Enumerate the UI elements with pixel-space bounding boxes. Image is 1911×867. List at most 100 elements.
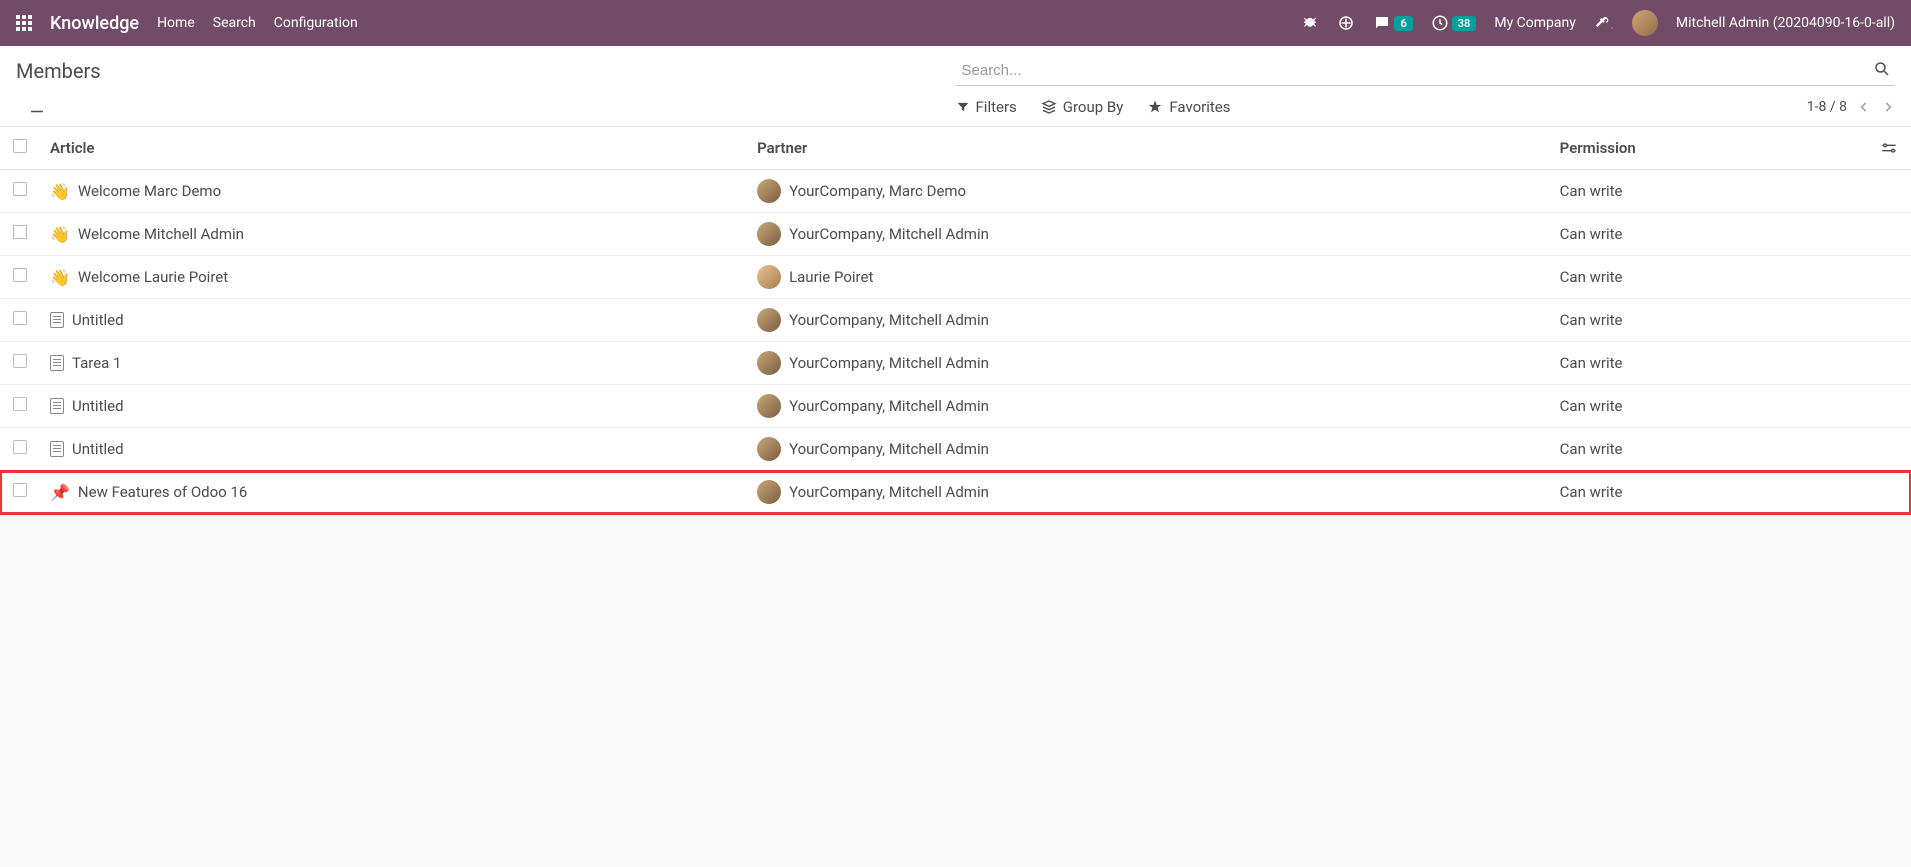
navbar: Knowledge Home Search Configuration 6 38… (0, 0, 1911, 46)
partner-cell[interactable]: YourCompany, Marc Demo (747, 170, 1550, 213)
search-container (956, 56, 1896, 86)
bug-icon[interactable] (1301, 14, 1319, 32)
row-checkbox-cell (0, 213, 40, 256)
permission-value: Can write (1560, 311, 1623, 329)
article-cell[interactable]: Untitled (40, 385, 747, 428)
article-cell[interactable]: 👋Welcome Marc Demo (40, 170, 747, 213)
row-trailing-cell (1871, 471, 1911, 514)
search-icon[interactable] (1873, 60, 1891, 78)
select-all-checkbox[interactable] (13, 139, 27, 153)
table-row[interactable]: 👋Welcome Marc DemoYourCompany, Marc Demo… (0, 170, 1911, 213)
row-checkbox[interactable] (13, 397, 27, 411)
partner-cell[interactable]: YourCompany, Mitchell Admin (747, 428, 1550, 471)
permission-cell[interactable]: Can write (1550, 342, 1871, 385)
pager-prev[interactable] (1857, 100, 1871, 114)
header-article[interactable]: Article (40, 127, 747, 170)
header-partner[interactable]: Partner (747, 127, 1550, 170)
pager-text[interactable]: 1-8 / 8 (1807, 99, 1847, 115)
filters-button[interactable]: Filters (956, 98, 1017, 116)
permission-cell[interactable]: Can write (1550, 428, 1871, 471)
article-title: Untitled (72, 311, 124, 329)
table-row[interactable]: Untitled YourCompany, Mitchell Admin Can w… (0, 428, 1911, 471)
permission-cell[interactable]: Can write (1550, 170, 1871, 213)
permission-value: Can write (1560, 483, 1623, 501)
partner-avatar (757, 351, 781, 375)
activities-icon[interactable]: 38 (1431, 14, 1477, 32)
article-title: Welcome Marc Demo (78, 182, 221, 200)
permission-cell[interactable]: Can write (1550, 471, 1871, 514)
header-permission[interactable]: Permission (1550, 127, 1871, 170)
user-avatar[interactable] (1632, 10, 1658, 36)
row-checkbox[interactable] (13, 311, 27, 325)
article-cell[interactable]: Tarea 1 (40, 342, 747, 385)
brand-link[interactable]: Knowledge (50, 13, 139, 34)
partner-avatar (757, 308, 781, 332)
apps-icon[interactable] (16, 15, 32, 31)
permission-cell[interactable]: Can write (1550, 213, 1871, 256)
table-header-row: Article Partner Permission (0, 127, 1911, 170)
columns-settings-icon[interactable] (1881, 140, 1897, 156)
pager-next[interactable] (1881, 100, 1895, 114)
permission-cell[interactable]: Can write (1550, 256, 1871, 299)
article-cell[interactable]: 👋Welcome Mitchell Admin (40, 213, 747, 256)
nav-right: 6 38 My Company Mitchell Admin (20204090… (1301, 10, 1895, 36)
document-icon (50, 398, 64, 414)
partner-name: YourCompany, Mitchell Admin (789, 483, 989, 501)
row-trailing-cell (1871, 385, 1911, 428)
row-checkbox[interactable] (13, 225, 27, 239)
nav-home[interactable]: Home (157, 15, 195, 31)
row-checkbox-cell (0, 299, 40, 342)
favorites-label: Favorites (1169, 98, 1230, 116)
permission-value: Can write (1560, 440, 1623, 458)
permission-cell[interactable]: Can write (1550, 299, 1871, 342)
company-selector[interactable]: My Company (1494, 15, 1576, 31)
partner-avatar (757, 480, 781, 504)
article-cell[interactable]: Untitled (40, 428, 747, 471)
article-title: Welcome Laurie Poiret (78, 268, 228, 286)
pin-icon: 📌 (50, 483, 70, 502)
row-checkbox[interactable] (13, 440, 27, 454)
table-row[interactable]: UntitledYourCompany, Mitchell AdminCan w… (0, 385, 1911, 428)
permission-cell[interactable]: Can write (1550, 385, 1871, 428)
partner-cell[interactable]: YourCompany, Mitchell Admin (747, 342, 1550, 385)
page-title: Members (16, 59, 101, 83)
partner-cell[interactable]: Laurie Poiret (747, 256, 1550, 299)
messages-icon[interactable]: 6 (1373, 14, 1412, 32)
nav-search[interactable]: Search (213, 15, 256, 31)
article-cell[interactable]: Untitled (40, 299, 747, 342)
table-row[interactable]: 👋Welcome Laurie Poiret Laurie Poiret Can w… (0, 256, 1911, 299)
nav-configuration[interactable]: Configuration (274, 15, 358, 31)
partner-cell[interactable]: YourCompany, Mitchell Admin (747, 299, 1550, 342)
article-title: Tarea 1 (72, 354, 122, 372)
list-view: Article Partner Permission 👋Welcome Marc… (0, 127, 1911, 514)
favorites-button[interactable]: Favorites (1147, 98, 1230, 116)
table-row[interactable]: Tarea 1 YourCompany, Mitchell AdminCan wr… (0, 342, 1911, 385)
partner-cell[interactable]: YourCompany, Mitchell Admin (747, 471, 1550, 514)
activities-badge: 38 (1452, 16, 1477, 31)
search-input[interactable] (956, 56, 1896, 86)
table-row[interactable]: 👋Welcome Mitchell AdminYourCompany, Mitc… (0, 213, 1911, 256)
article-cell[interactable]: 📌 New Features of Odoo 16 (40, 471, 747, 514)
table-row[interactable]: 📌 New Features of Odoo 16 YourCompany, Mit… (0, 471, 1911, 514)
groupby-button[interactable]: Group By (1041, 98, 1124, 116)
export-button[interactable] (28, 98, 46, 116)
row-checkbox[interactable] (13, 182, 27, 196)
row-checkbox[interactable] (13, 483, 27, 497)
tools-icon[interactable] (1594, 13, 1614, 33)
row-checkbox[interactable] (13, 354, 27, 368)
article-title: Untitled (72, 440, 124, 458)
row-checkbox[interactable] (13, 268, 27, 282)
partner-cell[interactable]: YourCompany, Mitchell Admin (747, 385, 1550, 428)
pager: 1-8 / 8 (1807, 99, 1895, 115)
user-name[interactable]: Mitchell Admin (20204090-16-0-all) (1676, 15, 1895, 31)
article-cell[interactable]: 👋Welcome Laurie Poiret (40, 256, 747, 299)
partner-cell[interactable]: YourCompany, Mitchell Admin (747, 213, 1550, 256)
row-checkbox-cell (0, 342, 40, 385)
article-title: New Features of Odoo 16 (78, 483, 247, 501)
partner-name: Laurie Poiret (789, 268, 873, 286)
partner-avatar (757, 222, 781, 246)
support-icon[interactable] (1337, 14, 1355, 32)
row-checkbox-cell (0, 471, 40, 514)
table-row[interactable]: Untitled YourCompany, Mitchell Admin Can w… (0, 299, 1911, 342)
article-title: Welcome Mitchell Admin (78, 225, 244, 243)
